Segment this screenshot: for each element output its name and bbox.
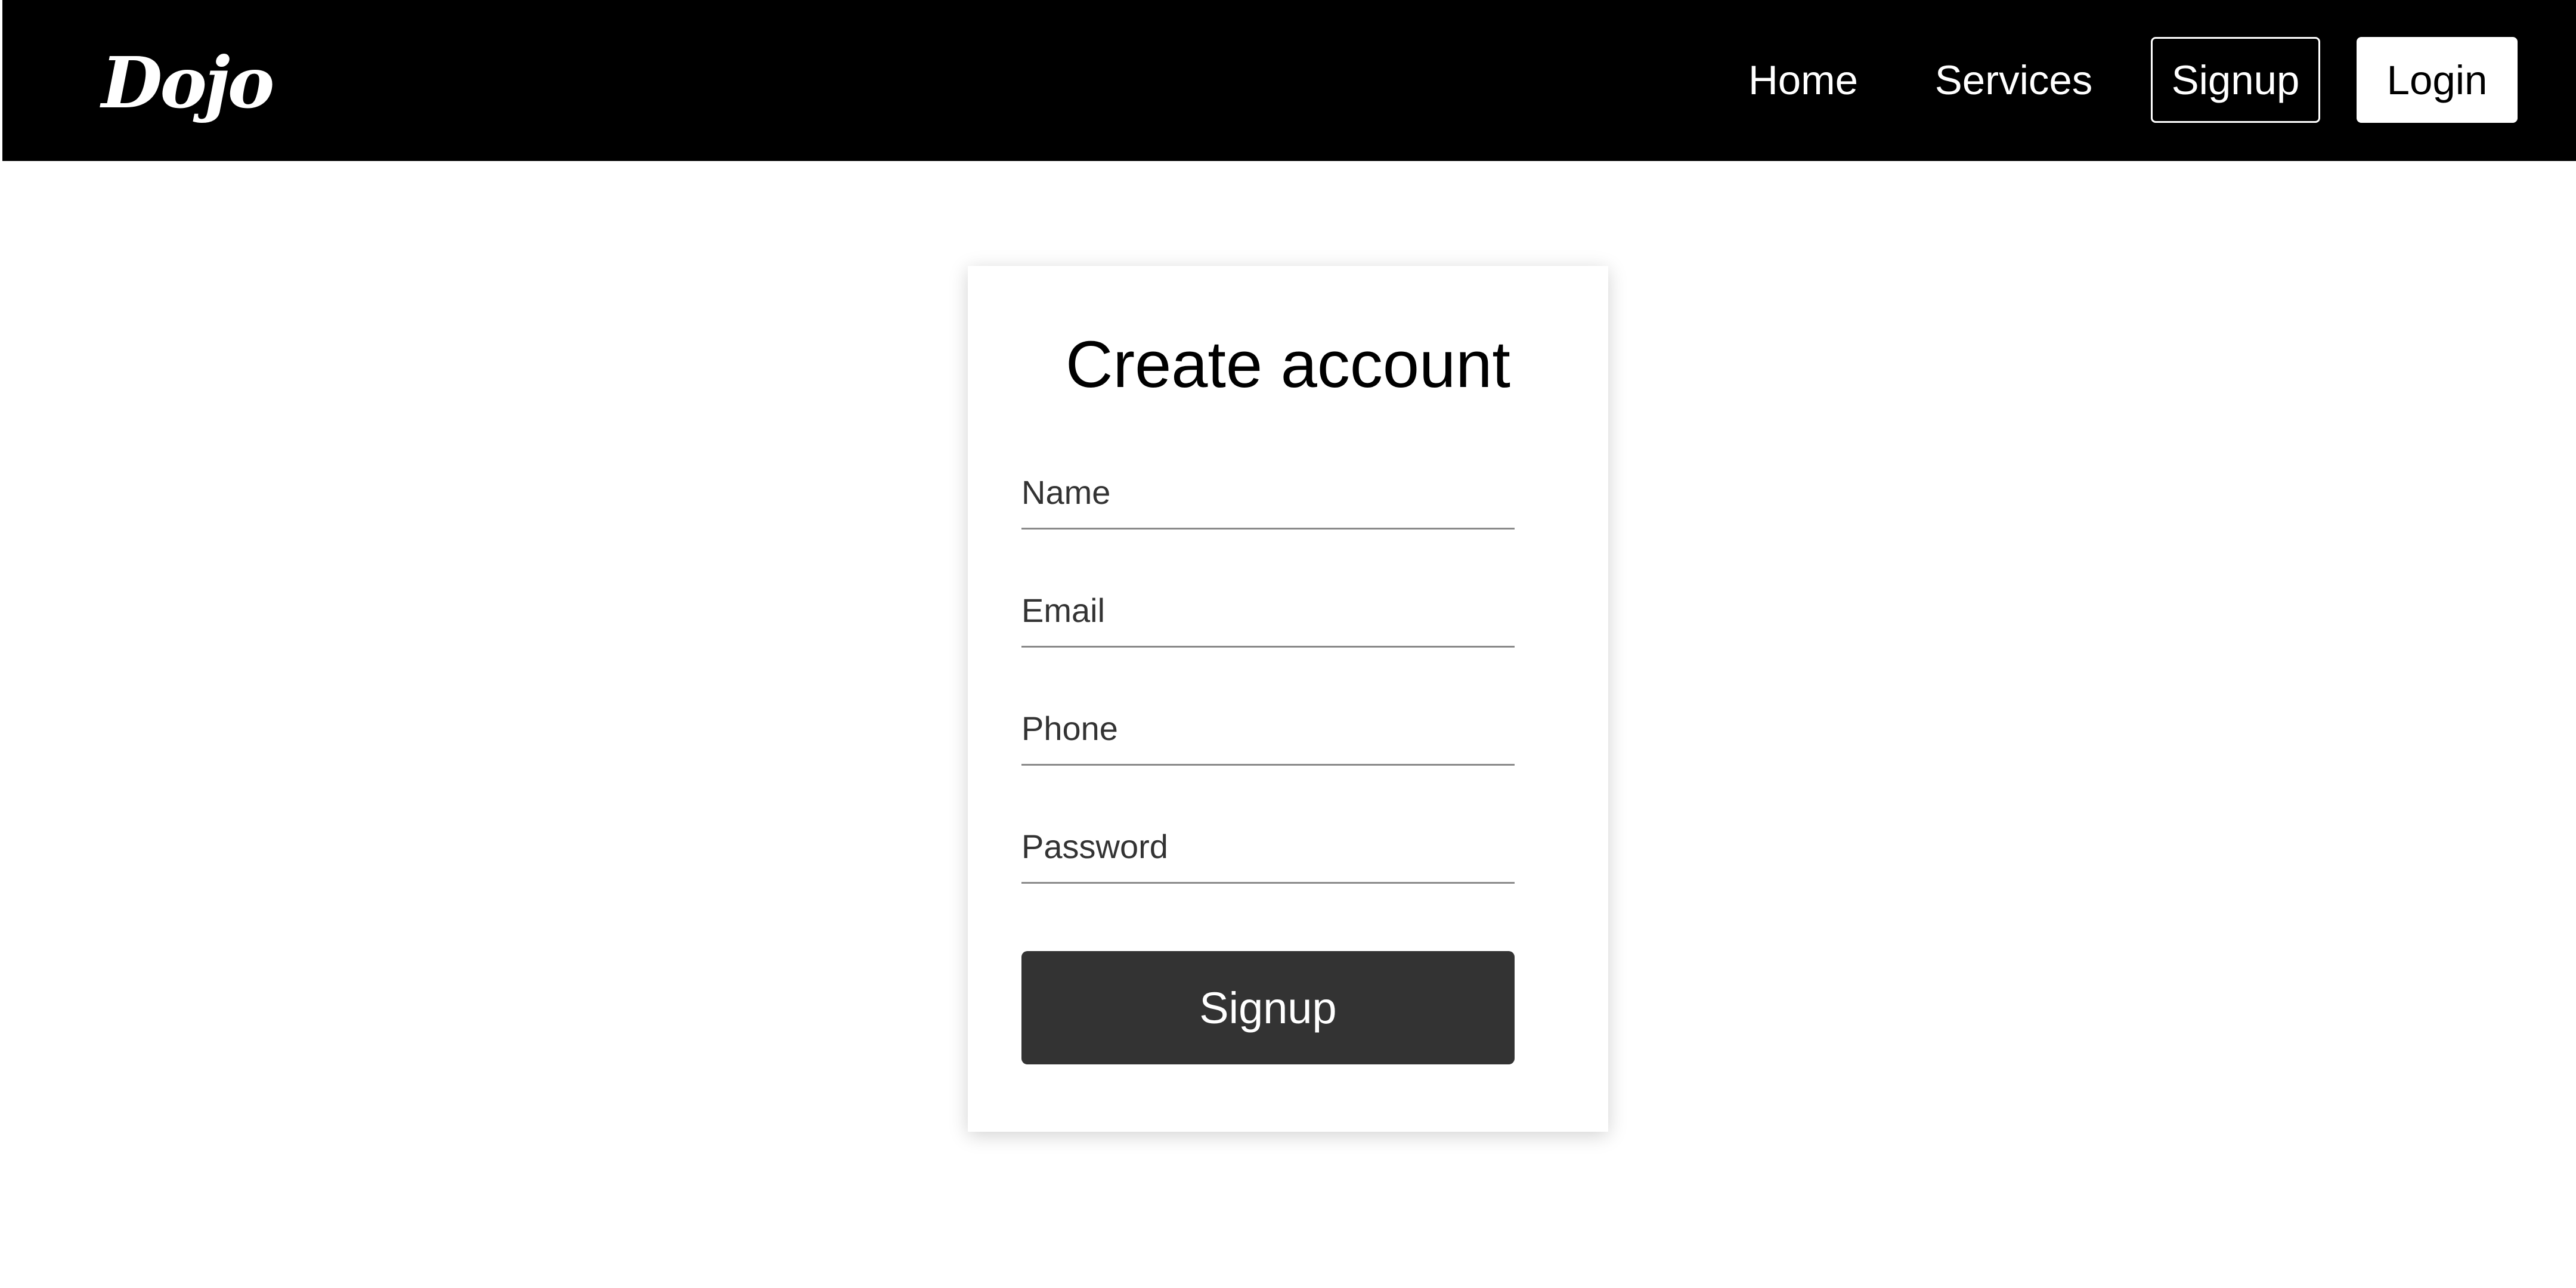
name-field[interactable]: Name <box>1021 464 1515 530</box>
nav-login-button[interactable]: Login <box>2357 37 2518 123</box>
nav-services-link[interactable]: Services <box>1927 37 2100 123</box>
password-field[interactable]: Password <box>1021 818 1515 884</box>
navbar: Dojo Home Services Signup Login <box>2 0 2576 161</box>
name-input[interactable] <box>1021 464 1515 528</box>
phone-field[interactable]: Phone <box>1021 700 1515 766</box>
signup-card: Create account Name Email Phone Password… <box>968 266 1608 1132</box>
nav-signup-button[interactable]: Signup <box>2151 37 2320 123</box>
password-input[interactable] <box>1021 818 1515 882</box>
email-field[interactable]: Email <box>1021 582 1515 648</box>
nav-home-link[interactable]: Home <box>1732 37 1875 123</box>
form-title: Create account <box>1066 328 1510 401</box>
signup-submit-button[interactable]: Signup <box>1021 951 1515 1064</box>
dojo-logo[interactable]: Dojo <box>101 38 274 128</box>
phone-input[interactable] <box>1021 700 1515 764</box>
email-input[interactable] <box>1021 582 1515 646</box>
